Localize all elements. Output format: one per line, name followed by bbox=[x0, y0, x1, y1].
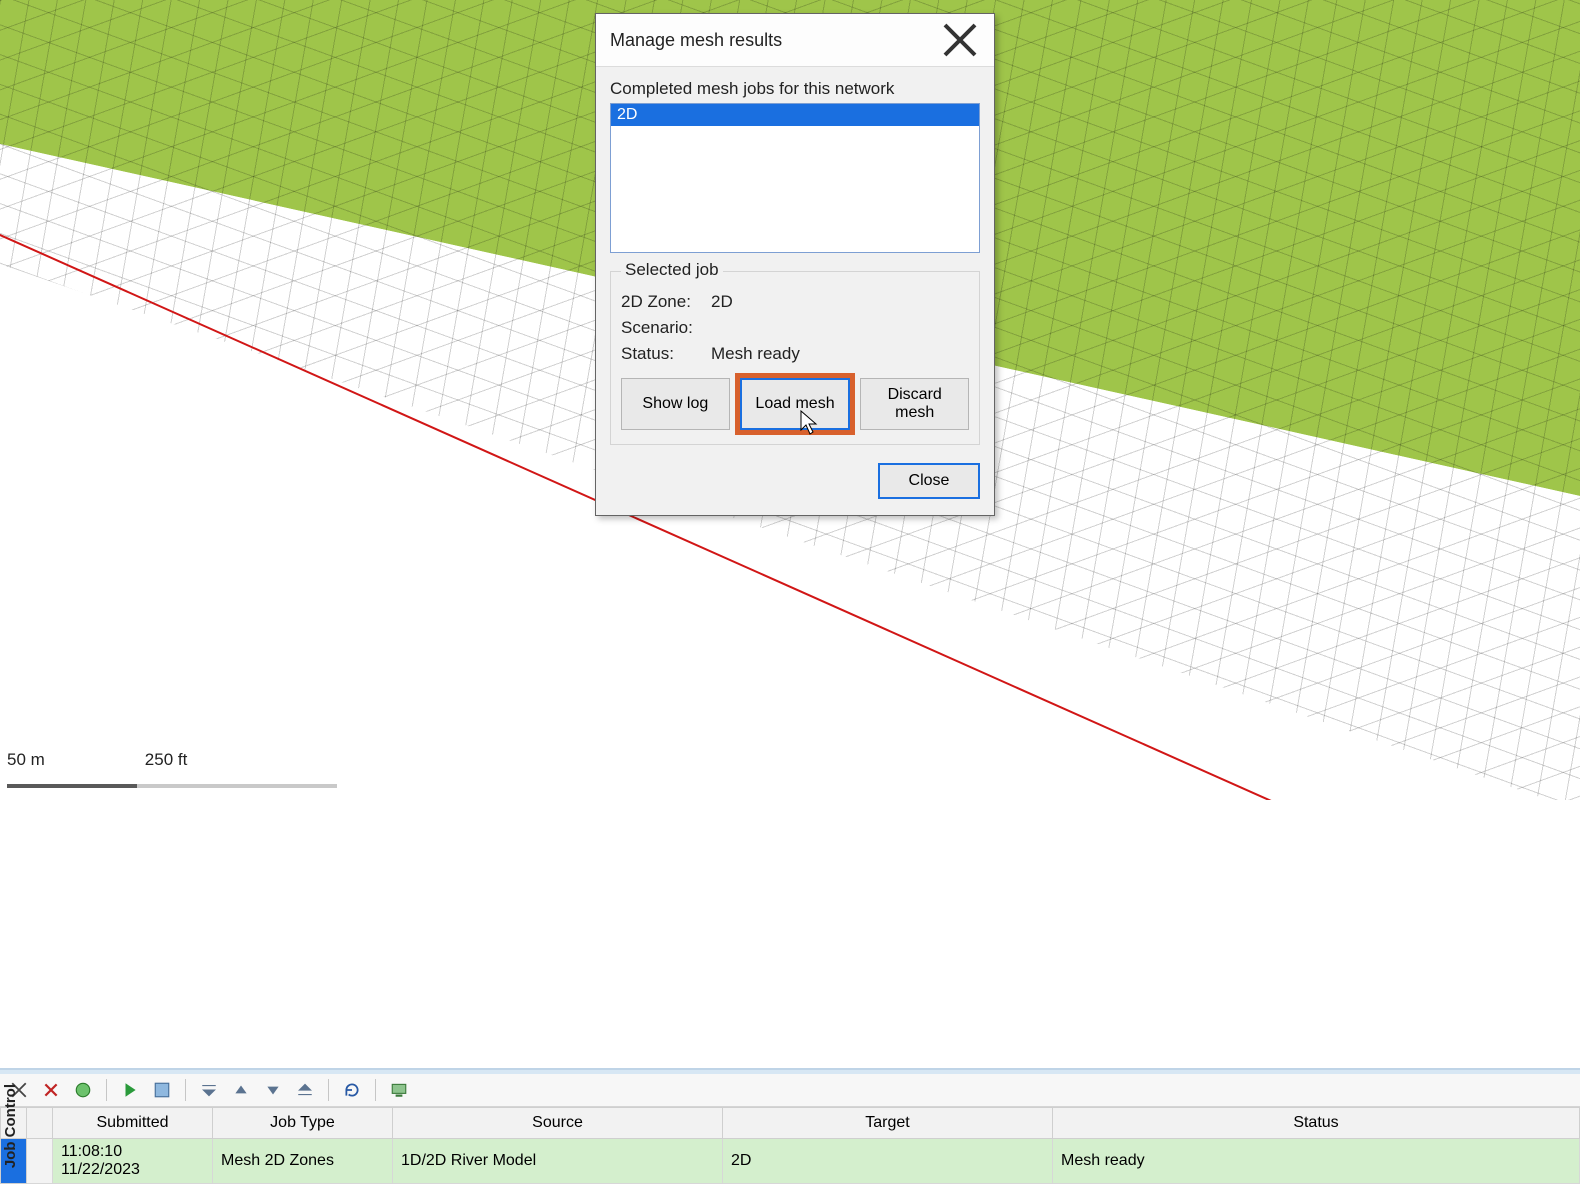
col-target[interactable]: Target bbox=[723, 1108, 1053, 1139]
cancel-job-icon[interactable] bbox=[38, 1078, 64, 1102]
scenario-value bbox=[711, 318, 969, 338]
move-bottom-icon[interactable] bbox=[292, 1078, 318, 1102]
manage-mesh-dialog: Manage mesh results Completed mesh jobs … bbox=[595, 13, 995, 516]
discard-mesh-button[interactable]: Discard mesh bbox=[860, 378, 969, 430]
group-title: Selected job bbox=[621, 260, 723, 280]
close-icon[interactable] bbox=[940, 24, 980, 56]
scale-label-metric: 50 m bbox=[7, 750, 45, 770]
col-jobtype[interactable]: Job Type bbox=[213, 1108, 393, 1139]
load-mesh-button[interactable]: Load mesh bbox=[740, 378, 851, 430]
show-log-button[interactable]: Show log bbox=[621, 378, 730, 430]
scale-label-imperial: 250 ft bbox=[145, 750, 188, 770]
status-value: Mesh ready bbox=[711, 344, 969, 364]
job-toolbar bbox=[0, 1074, 1580, 1107]
cell-status: Mesh ready bbox=[1053, 1139, 1580, 1184]
scale-seg-a bbox=[7, 784, 137, 788]
zone-value: 2D bbox=[711, 292, 969, 312]
job-list-item[interactable]: 2D bbox=[611, 104, 979, 126]
refresh-icon[interactable] bbox=[339, 1078, 365, 1102]
scale-bar: 50 m 250 ft bbox=[7, 750, 187, 770]
globe-icon[interactable] bbox=[70, 1078, 96, 1102]
play-icon[interactable] bbox=[117, 1078, 143, 1102]
job-control-panel: Submitted Job Type Source Target Status … bbox=[0, 1068, 1580, 1184]
cell-jobtype: Mesh 2D Zones bbox=[213, 1139, 393, 1184]
status-label: Status: bbox=[621, 344, 711, 364]
panel-side-label[interactable]: Job Control bbox=[0, 1078, 21, 1174]
col-status[interactable]: Status bbox=[1053, 1108, 1580, 1139]
close-button[interactable]: Close bbox=[878, 463, 980, 499]
move-top-icon[interactable] bbox=[196, 1078, 222, 1102]
table-header-row: Submitted Job Type Source Target Status bbox=[1, 1108, 1580, 1139]
dialog-titlebar[interactable]: Manage mesh results bbox=[596, 14, 994, 67]
scenario-label: Scenario: bbox=[621, 318, 711, 338]
col-submitted[interactable]: Submitted bbox=[53, 1108, 213, 1139]
map-square-icon[interactable] bbox=[149, 1078, 175, 1102]
col-source[interactable]: Source bbox=[393, 1108, 723, 1139]
zone-label: 2D Zone: bbox=[621, 292, 711, 312]
dialog-title: Manage mesh results bbox=[610, 30, 782, 51]
cell-submitted: 11:08:10 11/22/2023 bbox=[53, 1139, 213, 1184]
selected-job-group: Selected job 2D Zone: 2D Scenario: Statu… bbox=[610, 271, 980, 445]
cell-target: 2D bbox=[723, 1139, 1053, 1184]
job-table[interactable]: Submitted Job Type Source Target Status … bbox=[0, 1107, 1580, 1184]
cell-source: 1D/2D River Model bbox=[393, 1139, 723, 1184]
scale-seg-b bbox=[137, 784, 337, 788]
move-up-icon[interactable] bbox=[228, 1078, 254, 1102]
jobs-listbox[interactable]: 2D bbox=[610, 103, 980, 253]
move-down-icon[interactable] bbox=[260, 1078, 286, 1102]
jobs-list-label: Completed mesh jobs for this network bbox=[610, 79, 980, 99]
table-row[interactable]: 11:08:10 11/22/2023 Mesh 2D Zones 1D/2D … bbox=[1, 1139, 1580, 1184]
computer-icon[interactable] bbox=[386, 1078, 412, 1102]
